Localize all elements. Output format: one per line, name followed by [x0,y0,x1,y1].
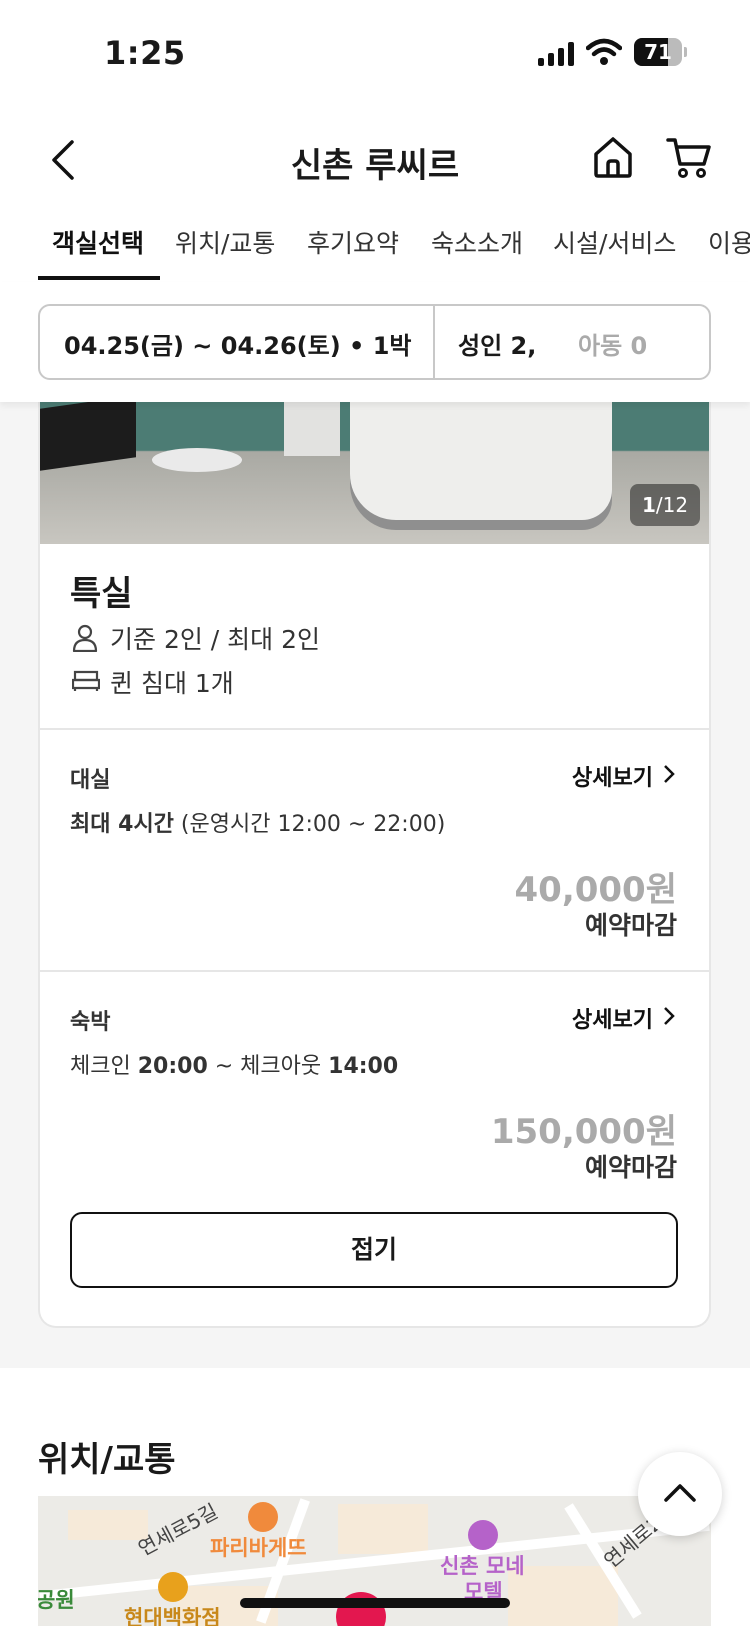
map-poi-park: 공원 [38,1588,75,1612]
dayuse-status: 예약마감 [584,911,677,940]
page-title: 신촌 루씨르 [290,146,460,186]
map-poi-dept: 현대백화점 [124,1606,221,1626]
cart-icon[interactable] [666,134,712,180]
status-bar: 1:25 71 [0,0,750,110]
room-name: 특실 [70,574,133,614]
status-time: 1:25 [104,34,186,72]
dayuse-detail-link[interactable]: 상세보기 [572,760,653,792]
person-icon [72,624,98,652]
room-photo[interactable]: 1/12 [40,402,709,544]
scroll-top-button[interactable] [638,1452,722,1536]
map-poi-bakery: 파리바게뜨 [210,1536,307,1560]
signal-icon [538,42,576,66]
guest-count[interactable]: 성인 2, [458,326,536,361]
tab-review-summary[interactable]: 후기요약 [307,224,399,260]
child-count[interactable]: 아동 0 [578,326,647,361]
motel-icon [468,1520,498,1550]
overnight-detail-link[interactable]: 상세보기 [572,1002,653,1034]
battery-level: 71 [644,40,672,64]
chevron-up-icon [664,1484,696,1502]
overnight-status: 예약마감 [584,1153,677,1182]
tab-room-select[interactable]: 객실선택 [52,224,144,260]
overnight-price: 150,000원 [490,1112,677,1152]
home-indicator [240,1598,510,1608]
location-title: 위치/교통 [38,1440,176,1480]
plan-type-dayuse: 대실 [70,768,111,793]
top-header: 신촌 루씨르 [0,110,750,210]
map-road-label: 연세로5길 [134,1498,222,1561]
room-bed-type: 퀸 침대 1개 [110,669,234,698]
date-guest-selector: 04.25(금) ~ 04.26(토) • 1박 성인 2, 아동 0 [38,304,711,380]
active-tab-indicator [38,276,160,280]
dayuse-price: 40,000원 [514,870,677,910]
bed-icon [72,670,100,691]
section-tabs: 객실선택 위치/교통 후기요약 숙소소개 시설/서비스 이용 [0,210,750,282]
dayuse-info: 최대 4시간 (운영시간 12:00 ~ 22:00) [70,812,446,837]
wifi-icon [586,38,622,65]
home-icon[interactable] [592,134,634,180]
tab-usage[interactable]: 이용 [708,224,750,260]
tab-facilities[interactable]: 시설/서비스 [553,224,676,260]
battery-icon: 71 [634,38,687,66]
photo-counter: 1/12 [630,484,700,526]
date-guest-bar: 04.25(금) ~ 04.26(토) • 1박 성인 2, 아동 0 [0,282,750,402]
selector-divider [433,306,435,378]
room-card: 1/12 특실 기준 2인 / 최대 2인 퀸 침대 1개 대실 상세보기 최대… [38,402,711,1328]
overnight-info: 체크인 20:00 ~ 체크아웃 14:00 [70,1054,399,1079]
date-range[interactable]: 04.25(금) ~ 04.26(토) • 1박 [64,326,412,361]
tab-location[interactable]: 위치/교통 [175,224,275,260]
section-divider [40,728,709,730]
shopping-icon [158,1572,188,1602]
plan-type-overnight: 숙박 [70,1010,111,1035]
room-capacity: 기준 2인 / 최대 2인 [110,625,321,654]
tab-introduction[interactable]: 숙소소개 [431,224,523,260]
collapse-button[interactable]: 접기 [70,1212,678,1288]
chevron-right-icon[interactable] [663,764,675,784]
section-divider [40,970,709,972]
chevron-right-icon[interactable] [663,1006,675,1026]
bakery-icon [248,1502,278,1532]
